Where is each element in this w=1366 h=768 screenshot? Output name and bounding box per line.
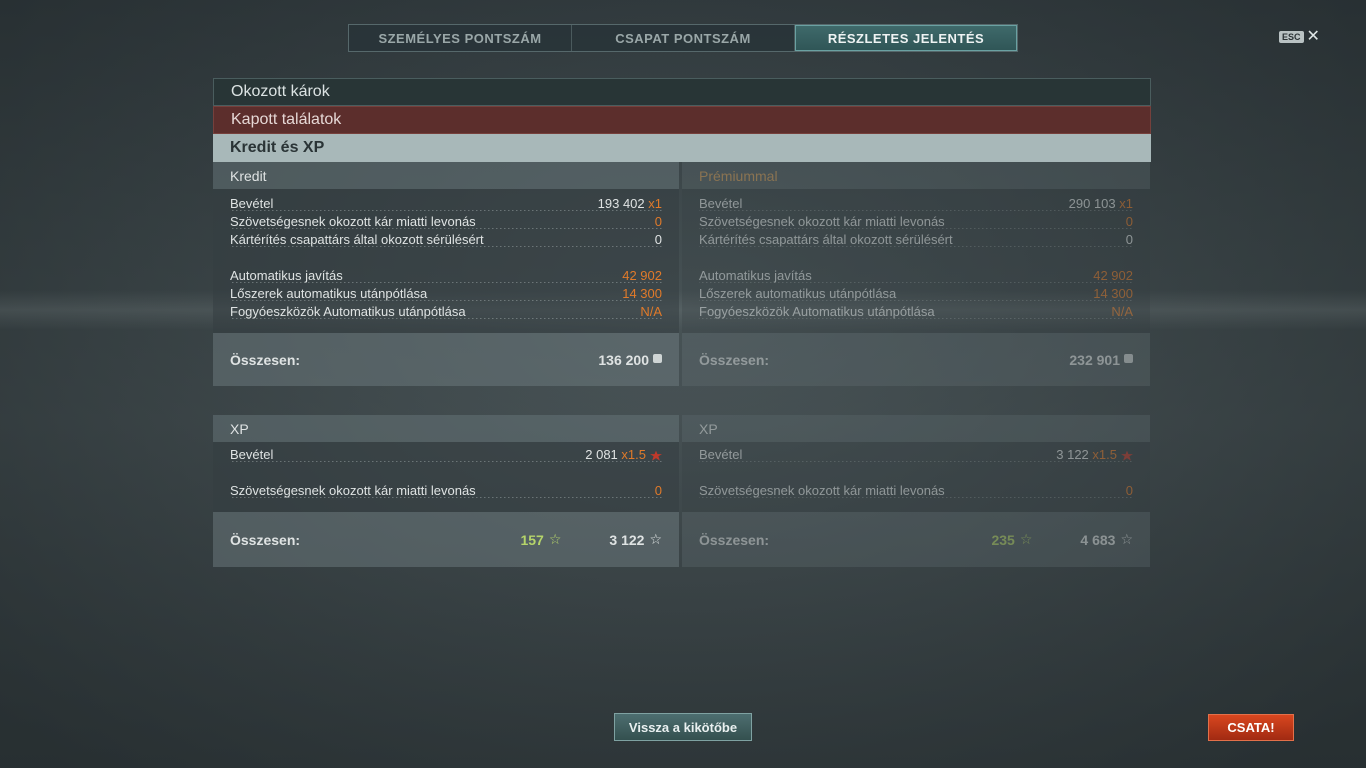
free-xp-star-icon: ☆ <box>548 531 562 547</box>
credits-panel-title: Kredit <box>213 162 679 189</box>
credit-row: Kártérítés csapattárs által okozott sérü… <box>230 229 662 247</box>
premium-credit-row-value: 290 103 x1 <box>1068 196 1133 211</box>
credit-row-value: 42 902 <box>622 268 662 283</box>
xp-income-value: 2 081 x1.5 <box>581 447 662 462</box>
bonus-flag-icon <box>1121 450 1133 461</box>
premium-credit-row-value: 0 <box>1125 232 1133 247</box>
credit-row: Szövetségesnek okozott kár miatti levoná… <box>230 211 662 229</box>
esc-key-label: ESC <box>1279 31 1304 43</box>
premium-xp-totals: 235 ☆ 4 683 ☆ <box>991 531 1133 548</box>
xp-row-income: Bevétel 2 081 x1.5 <box>230 444 662 462</box>
credit-row: Automatikus javítás 42 902 <box>230 265 662 283</box>
credit-row-label: Automatikus javítás <box>230 268 343 283</box>
premium-xp-panel-body: Bevétel 3 122 x1.5 Szövetségesnek okozot… <box>682 442 1150 512</box>
premium-credit-row-label: Kártérítés csapattárs által okozott sérü… <box>699 232 953 247</box>
xp-panel-title: XP <box>213 415 679 442</box>
premium-credit-row-value: 42 902 <box>1093 268 1133 283</box>
tab-detailed-report[interactable]: RÉSZLETES JELENTÉS <box>795 25 1017 51</box>
credit-row-label: Szövetségesnek okozott kár miatti levoná… <box>230 214 476 229</box>
premium-credit-row: Szövetségesnek okozott kár miatti levoná… <box>699 211 1133 229</box>
free-xp-value: 157 <box>520 531 544 548</box>
credits-panel-body: Bevétel 193 402 x1 Szövetségesnek okozot… <box>213 189 679 333</box>
credit-row: Bevétel 193 402 x1 <box>230 193 662 211</box>
premium-xp-income-label: Bevétel <box>699 447 743 462</box>
esc-close-button[interactable]: ESC ✕ <box>1279 28 1320 45</box>
premium-xp-row-income: Bevétel 3 122 x1.5 <box>699 444 1133 462</box>
credit-row-value: 14 300 <box>622 286 662 301</box>
premium-credit-row: Fogyóeszközök Automatikus utánpótlása N/… <box>699 301 1133 319</box>
battle-button[interactable]: CSATA! <box>1208 714 1294 741</box>
premium-free-xp-value: 235 <box>991 531 1015 548</box>
premium-credit-row-label: Automatikus javítás <box>699 268 812 283</box>
tab-team-score[interactable]: CSAPAT PONTSZÁM <box>572 25 795 51</box>
xp-row-deduction: Szövetségesnek okozott kár miatti levoná… <box>230 480 662 498</box>
credit-row-label: Lőszerek automatikus utánpótlása <box>230 286 428 301</box>
premium-xp-total-value: 4 683 <box>1080 531 1116 548</box>
credit-row-value: 0 <box>654 232 662 247</box>
premium-xp-income-value: 3 122 x1.5 <box>1052 447 1133 462</box>
section-hits-received-label: Kapott találatok <box>231 111 342 128</box>
xp-totals: 157 ☆ 3 122 ☆ <box>520 531 662 548</box>
credits-panel-standard: Kredit Bevétel 193 402 x1 Szövetségesnek… <box>213 162 679 386</box>
section-credits-xp-label: Kredit és XP <box>230 139 325 156</box>
premium-credit-row: Lőszerek automatikus utánpótlása 14 300 <box>699 283 1133 301</box>
bonus-flag-icon <box>650 450 662 461</box>
section-damage-dealt[interactable]: Okozott károk <box>213 78 1151 106</box>
xp-panel-premium: XP Bevétel 3 122 x1.5 Szövetségesnek oko… <box>682 415 1150 567</box>
premium-credit-row: Automatikus javítás 42 902 <box>699 265 1133 283</box>
back-to-port-button[interactable]: Vissza a kikötőbe <box>614 713 752 741</box>
section-hits-received[interactable]: Kapott találatok <box>213 106 1151 134</box>
xp-star-icon: ☆ <box>649 531 662 547</box>
credit-row: Fogyóeszközök Automatikus utánpótlása N/… <box>230 301 662 319</box>
credits-total-bar: Összesen: 136 200 <box>213 333 679 386</box>
section-credits-xp[interactable]: Kredit és XP <box>213 134 1151 162</box>
premium-credits-total-bar: Összesen: 232 901 <box>682 333 1150 386</box>
premium-credit-row: Bevétel 290 103 x1 <box>699 193 1133 211</box>
premium-credits-panel-body: Bevétel 290 103 x1 Szövetségesnek okozot… <box>682 189 1150 333</box>
premium-credit-row-label: Fogyóeszközök Automatikus utánpótlása <box>699 304 935 319</box>
premium-credit-row-label: Szövetségesnek okozott kár miatti levoná… <box>699 214 945 229</box>
credit-row: Lőszerek automatikus utánpótlása 14 300 <box>230 283 662 301</box>
xp-total-label: Összesen: <box>230 531 301 548</box>
credits-panel-premium: Prémiummal Bevétel 290 103 x1 Szövetsége… <box>682 162 1150 386</box>
premium-xp-deduction-label: Szövetségesnek okozott kár miatti levoná… <box>699 483 945 498</box>
premium-xp-panel-title: XP <box>682 415 1150 442</box>
free-xp-star-icon: ☆ <box>1019 531 1033 547</box>
premium-xp-total-label: Összesen: <box>699 531 770 548</box>
tab-bar: SZEMÉLYES PONTSZÁM CSAPAT PONTSZÁM RÉSZL… <box>348 24 1018 52</box>
premium-xp-row-deduction: Szövetségesnek okozott kár miatti levoná… <box>699 480 1133 498</box>
xp-total-value: 3 122 <box>609 531 645 548</box>
credit-row-label: Kártérítés csapattárs által okozott sérü… <box>230 232 484 247</box>
credit-row-label: Fogyóeszközök Automatikus utánpótlása <box>230 304 466 319</box>
credit-row-value: 193 402 x1 <box>597 196 662 211</box>
credit-coin-icon <box>653 354 662 363</box>
credit-row-value: 0 <box>654 214 662 229</box>
credit-coin-icon <box>1124 354 1133 363</box>
premium-xp-total-bar: Összesen: 235 ☆ 4 683 ☆ <box>682 512 1150 567</box>
xp-deduction-label: Szövetségesnek okozott kár miatti levoná… <box>230 483 476 498</box>
premium-credits-panel-title: Prémiummal <box>682 162 1150 189</box>
close-icon: ✕ <box>1306 28 1320 45</box>
credits-total-label: Összesen: <box>230 351 301 368</box>
premium-credit-row-value: 14 300 <box>1093 286 1133 301</box>
xp-star-icon: ☆ <box>1120 531 1133 547</box>
premium-credit-row-value: 0 <box>1125 214 1133 229</box>
premium-credit-row-value: N/A <box>1111 304 1133 319</box>
xp-panel-standard: XP Bevétel 2 081 x1.5 Szövetségesnek oko… <box>213 415 679 567</box>
premium-credits-total-value: 232 901 <box>1069 352 1133 368</box>
tab-personal-score[interactable]: SZEMÉLYES PONTSZÁM <box>349 25 572 51</box>
xp-panel-body: Bevétel 2 081 x1.5 Szövetségesnek okozot… <box>213 442 679 512</box>
credit-row-value: N/A <box>640 304 662 319</box>
xp-income-label: Bevétel <box>230 447 274 462</box>
premium-credit-row-label: Bevétel <box>699 196 743 211</box>
credits-total-value: 136 200 <box>598 352 662 368</box>
credit-row-label: Bevétel <box>230 196 274 211</box>
premium-credit-row: Kártérítés csapattárs által okozott sérü… <box>699 229 1133 247</box>
premium-credit-row-label: Lőszerek automatikus utánpótlása <box>699 286 897 301</box>
premium-xp-deduction-value: 0 <box>1125 483 1133 498</box>
xp-deduction-value: 0 <box>654 483 662 498</box>
xp-total-bar: Összesen: 157 ☆ 3 122 ☆ <box>213 512 679 567</box>
section-damage-dealt-label: Okozott károk <box>231 83 330 100</box>
premium-credits-total-label: Összesen: <box>699 351 770 368</box>
